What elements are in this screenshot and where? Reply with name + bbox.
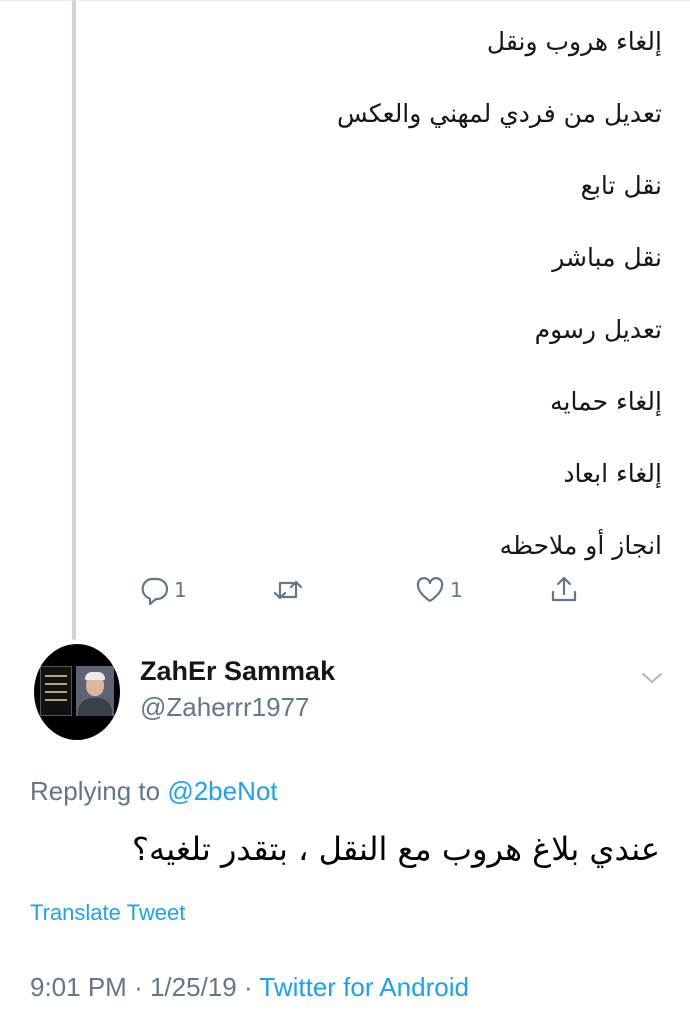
previous-tweet-line: نقل مباشر bbox=[552, 243, 662, 272]
replying-to: Replying to @2beNot bbox=[30, 776, 278, 807]
retweet-icon bbox=[273, 580, 303, 600]
share-icon bbox=[551, 576, 577, 602]
top-divider bbox=[0, 0, 690, 1]
meta-separator: · bbox=[243, 972, 253, 1002]
avatar[interactable] bbox=[34, 644, 120, 740]
previous-tweet-line: تعديل من فردي لمهني والعكس bbox=[336, 99, 662, 128]
previous-tweet-line: إلغاء ابعاد bbox=[563, 459, 662, 488]
tweet-text: عندي بلاغ هروب مع النقل ، بتقدر تلغيه؟ bbox=[132, 830, 660, 868]
reply-count: 1 bbox=[174, 578, 187, 602]
replying-prefix: Replying to bbox=[30, 776, 161, 806]
previous-tweet-line: نقل تابع bbox=[580, 171, 662, 200]
author-name[interactable]: ZahEr Sammak bbox=[140, 656, 335, 687]
like-count: 1 bbox=[450, 578, 463, 602]
avatar-calligraphy-frame bbox=[40, 666, 72, 716]
retweet-button[interactable] bbox=[272, 568, 304, 612]
share-button[interactable] bbox=[548, 568, 580, 612]
tweet-metadata: 9:01 PM · 1/25/19 · Twitter for Android bbox=[30, 972, 469, 1003]
reply-button[interactable]: 1 bbox=[138, 568, 187, 612]
previous-tweet-line: إلغاء حمايه bbox=[550, 387, 662, 416]
translate-tweet-link[interactable]: Translate Tweet bbox=[30, 900, 185, 926]
previous-tweet-text: إلغاء هروب ونقل تعديل من فردي لمهني والع… bbox=[100, 18, 662, 594]
replying-mention-link[interactable]: @2beNot bbox=[167, 776, 277, 806]
tweet-date: 1/25/19 bbox=[149, 972, 237, 1002]
previous-tweet-line: إلغاء هروب ونقل bbox=[486, 27, 662, 56]
tweet-action-bar: 1 1 bbox=[0, 568, 690, 612]
author-handle[interactable]: @Zaherrr1977 bbox=[140, 692, 309, 723]
previous-tweet-line: تعديل رسوم bbox=[534, 315, 662, 344]
tweet-source-link[interactable]: Twitter for Android bbox=[259, 972, 469, 1002]
chevron-down-icon[interactable] bbox=[640, 668, 664, 688]
avatar-portrait bbox=[76, 666, 114, 716]
thread-connector-line bbox=[72, 0, 76, 640]
reply-icon bbox=[141, 577, 169, 606]
tweet-time: 9:01 PM bbox=[30, 972, 127, 1002]
meta-separator: · bbox=[134, 972, 143, 1002]
heart-icon bbox=[416, 577, 444, 603]
like-button[interactable]: 1 bbox=[414, 568, 463, 612]
